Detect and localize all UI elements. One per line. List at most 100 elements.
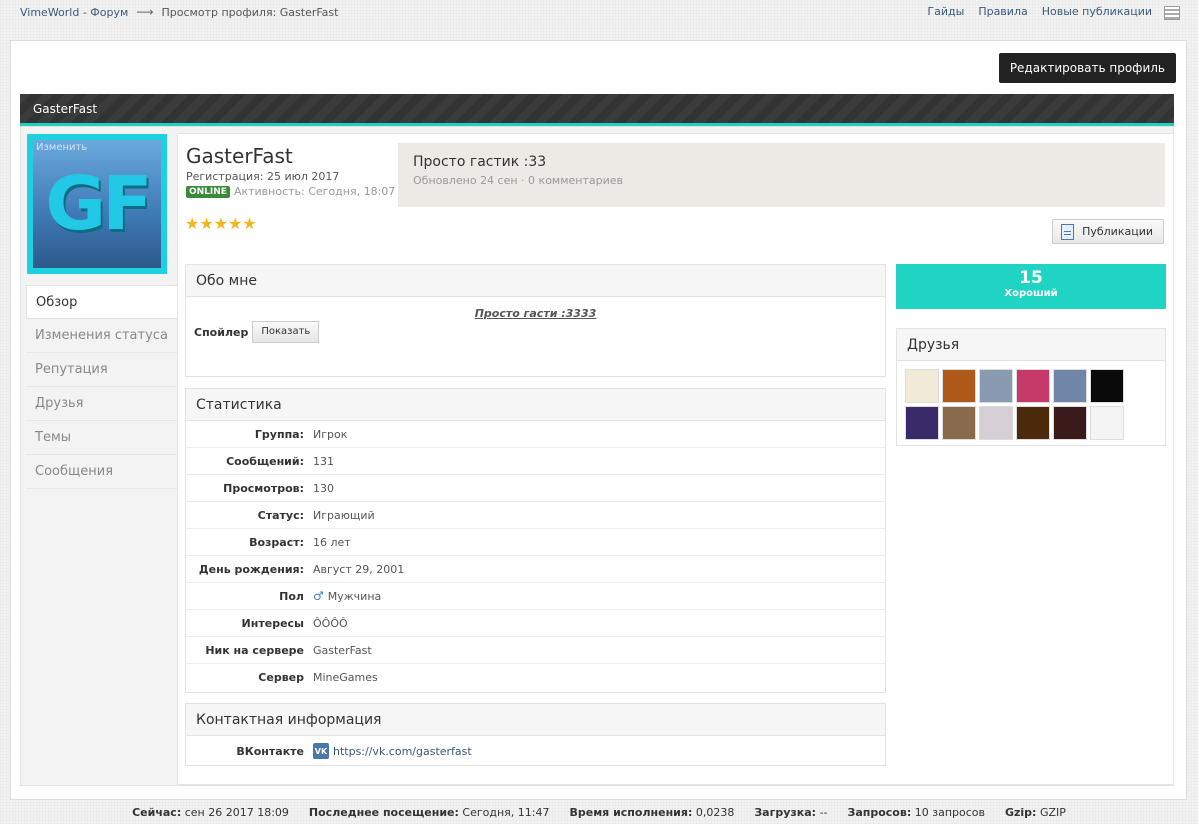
stat-value-text: 130 [313,481,334,495]
friends-grid [897,361,1165,440]
stat-value: ♂ Мужчина [313,589,381,603]
friend-avatar[interactable] [942,369,976,403]
stat-value-text: MineGames [313,671,378,684]
top-links: Гайды Правила Новые публикации [927,5,1152,18]
stat-value-text: Игрок [313,427,348,441]
status-box: Просто гастик :33 Обновлено 24 сен · 0 к… [398,143,1165,207]
friend-avatar[interactable] [979,369,1013,403]
footer-gzip: Gzip: GZIP [1004,806,1066,819]
username: GasterFast [186,144,293,168]
nav-item-messages[interactable]: Сообщения [26,455,177,489]
stat-value-text: Мужчина [327,589,382,603]
friend-avatar[interactable] [1090,369,1124,403]
stat-label: Просмотров: [223,481,304,495]
breadcrumb-home[interactable]: VimeWorld - Форум [20,6,128,19]
toplink-new-posts[interactable]: Новые публикации [1042,5,1152,18]
footer: Сейчас: сен 26 2017 18:09 Последнее посе… [0,806,1198,819]
spoiler-show-button[interactable]: Показать [252,321,320,343]
stat-label: Сообщений: [226,454,304,468]
friends-title: Друзья [897,329,1165,361]
footer-last-visit: Последнее посещение: Сегодня, 11:47 [308,806,550,819]
stat-label: Пол [279,589,304,603]
friend-avatar[interactable] [1090,406,1124,440]
status-text: Просто гастик :33 [413,154,547,170]
nav-item-overview[interactable]: Обзор [26,285,177,319]
vk-link[interactable]: https://vk.com/gasterfast [333,745,472,758]
footer-load: Загрузка: -- [754,806,828,819]
stat-value: 16 лет [313,536,351,549]
male-icon: ♂ [313,589,324,603]
stat-value-text: 16 лет [313,535,351,549]
stat-value-text: ÔÔÔÔ [313,616,348,630]
stat-value-text: 131 [313,454,334,468]
stat-label: Возраст: [249,535,304,549]
statistics-card: Статистика Группа: Игрок Сообщений: 131 Прос… [185,388,886,693]
stat-row: Сервер MineGames [186,664,885,691]
friend-avatar[interactable] [979,406,1013,440]
publications-button[interactable]: Публикации [1052,219,1164,244]
contact-row-vk: ВКонтакте VK https://vk.com/gasterfast [186,736,885,766]
friend-avatar[interactable] [905,406,939,440]
avatar-change-link[interactable]: Изменить [36,142,87,153]
nav-item-reputation[interactable]: Репутация [26,353,177,387]
stat-label: День рождения: [198,562,304,576]
avatar[interactable]: Изменить GF [27,134,167,274]
about-card: Обо мне Просто гасти :3333 Спойлер Показ… [185,264,886,377]
stat-value: ÔÔÔÔ [313,617,348,630]
breadcrumb-arrow-icon: ⟶ [136,5,154,19]
reputation-value: 15 [1019,268,1043,288]
profile-header-bar: GasterFast [20,94,1174,126]
profile-main-panel: GasterFast Регистрация: 25 июл 2017 ONLI… [177,133,1174,785]
footer-queries: Запросов: 10 запросов [847,806,985,819]
about-title: Обо мне [186,265,885,297]
reputation-box: 15 Хороший [896,264,1166,309]
friend-avatar[interactable] [1053,369,1087,403]
status-meta[interactable]: Обновлено 24 сен · 0 комментариев [413,174,1150,187]
stat-value-text: Играющий [313,508,375,522]
vk-icon: VK [313,743,329,759]
stat-row: Ник на сервере GasterFast [186,637,885,664]
breadcrumb: VimeWorld - Форум ⟶ Просмотр профиля: Ga… [20,5,338,19]
stat-row: Возраст: 16 лет [186,529,885,556]
contact-card: Контактная информация ВКонтакте VK https… [185,703,886,766]
stat-value-text: Август 29, 2001 [313,562,405,576]
stat-value: Август 29, 2001 [313,563,404,576]
friend-avatar[interactable] [1016,406,1050,440]
edit-profile-button[interactable]: Редактировать профиль [998,53,1176,83]
stat-value: 131 [313,455,334,468]
profile-content: Изменить GF Обзор Изменения статуса Репу… [20,126,1174,786]
friend-avatar[interactable] [942,406,976,440]
stat-row: Просмотров: 130 [186,475,885,502]
toplink-guides[interactable]: Гайды [927,5,964,18]
menu-icon[interactable] [1164,6,1180,20]
friend-avatar[interactable] [905,369,939,403]
reputation-label: Хороший [1004,288,1058,299]
breadcrumb-current: Просмотр профиля: GasterFast [161,5,339,19]
statistics-title: Статистика [186,389,885,421]
top-bar: VimeWorld - Форум ⟶ Просмотр профиля: Ga… [0,0,1198,26]
nav-item-topics[interactable]: Темы [26,421,177,455]
contact-label: ВКонтакте [236,744,304,758]
publications-label: Публикации [1082,225,1153,238]
stat-label: Интересы [241,616,304,630]
friend-avatar[interactable] [1053,406,1087,440]
document-icon [1061,223,1075,240]
friend-avatar[interactable] [1016,369,1050,403]
spoiler-label: Спойлер [194,325,249,339]
footer-now: Сейчас: сен 26 2017 18:09 [132,806,289,819]
stat-label: Сервер [258,671,304,684]
stat-value: Играющий [313,509,375,522]
contact-title: Контактная информация [186,704,885,736]
statistics-rows: Группа: Игрок Сообщений: 131 Просмотров: 130 С… [186,421,885,691]
toplink-rules[interactable]: Правила [978,5,1027,18]
stat-value: Игрок [313,428,347,441]
stat-label: Статус: [257,508,304,522]
footer-exec-time: Время исполнения: 0,0238 [569,806,735,819]
friends-card: Друзья [896,328,1166,446]
stat-label: Ник на сервере [205,643,304,657]
avatar-letters: GF [45,161,152,247]
nav-item-status-changes[interactable]: Изменения статуса [26,319,177,353]
stat-row: День рождения: Август 29, 2001 [186,556,885,583]
avatar-image: Изменить GF [33,140,161,268]
nav-item-friends[interactable]: Друзья [26,387,177,421]
